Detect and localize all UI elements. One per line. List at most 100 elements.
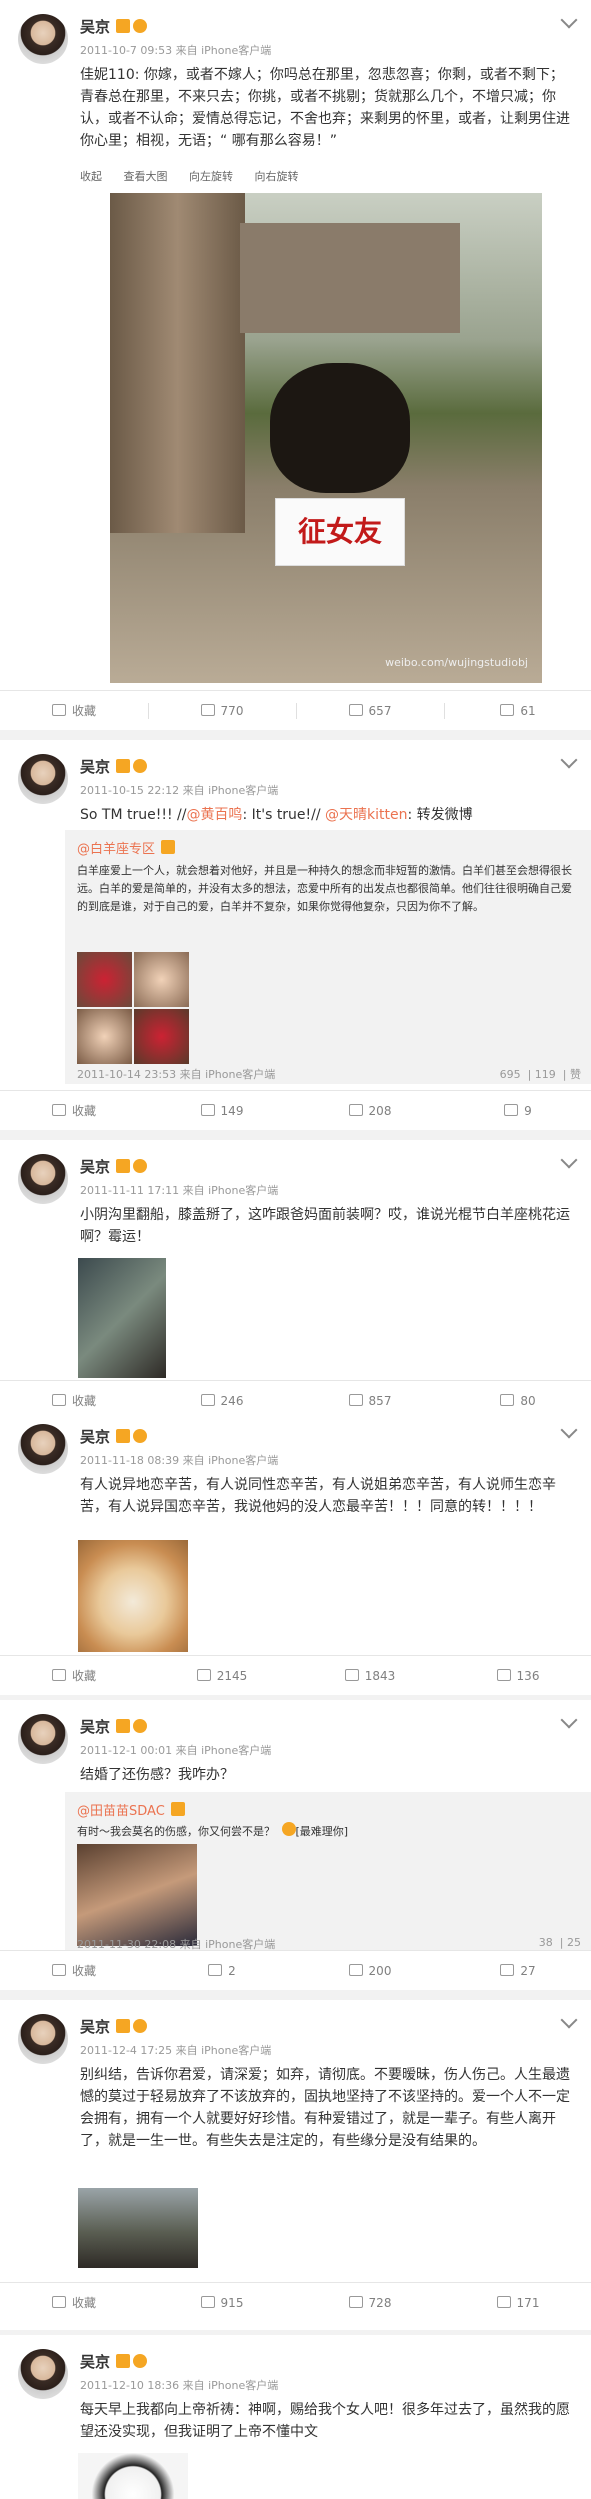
repost-button[interactable]: 915	[148, 2283, 296, 2323]
repost-count: 149	[220, 1104, 244, 1118]
repost-button[interactable]: 770	[148, 691, 296, 731]
comment-count: 25	[567, 1936, 581, 1949]
repost-card[interactable]: @白羊座专区 白羊座爱上一个人，就会想着对他好，并且是一种持久的想念而非短暂的激…	[65, 830, 591, 1084]
favorite-button[interactable]: 收藏	[0, 691, 148, 731]
repost-button[interactable]: 2	[148, 1951, 296, 1991]
avatar[interactable]	[18, 1154, 68, 1204]
star-icon	[51, 704, 66, 716]
favorite-button[interactable]: 收藏	[0, 1951, 148, 1991]
chevron-down-icon[interactable]	[560, 11, 578, 29]
username-text[interactable]: 吴京	[80, 2353, 110, 2371]
post-7: 吴京 2011-12-10 18:36 来自 iPhone客户端 每天早上我都向…	[0, 2335, 591, 2499]
username[interactable]: 吴京	[80, 756, 148, 777]
favorite-button[interactable]: 收藏	[0, 2283, 148, 2323]
comment-button[interactable]: 200	[296, 1951, 444, 1991]
repost-count: 2145	[216, 1669, 248, 1683]
thumbnail[interactable]	[77, 1009, 132, 1064]
username[interactable]: 吴京	[80, 2016, 148, 2037]
comment-button[interactable]: 1843	[296, 1656, 444, 1696]
repost-icon	[200, 1104, 215, 1116]
like-button[interactable]: 61	[444, 691, 591, 731]
repost-button[interactable]: 2145	[148, 1656, 296, 1696]
rotate-right-button[interactable]: 向右旋转	[255, 170, 299, 183]
username-text[interactable]: 吴京	[80, 2018, 110, 2036]
avatar[interactable]	[18, 14, 68, 64]
username[interactable]: 吴京	[80, 1426, 148, 1447]
avatar[interactable]	[18, 1714, 68, 1764]
username-text[interactable]: 吴京	[80, 1718, 110, 1736]
like-button[interactable]: 136	[444, 1656, 591, 1696]
chevron-down-icon[interactable]	[560, 1421, 578, 1439]
like-count: 80	[520, 1394, 536, 1408]
post-meta: 2011-12-1 00:01 来自 iPhone客户端	[80, 1744, 272, 1757]
avatar[interactable]	[18, 2349, 68, 2399]
avatar[interactable]	[18, 754, 68, 804]
chevron-down-icon[interactable]	[560, 751, 578, 769]
post-photo[interactable]	[78, 2188, 198, 2268]
star-icon	[51, 1104, 66, 1116]
comment-count: 208	[368, 1104, 392, 1118]
view-large-button[interactable]: 查看大图	[124, 170, 168, 183]
repost-photo[interactable]	[77, 1844, 197, 1946]
member-badge-icon	[133, 19, 148, 33]
repost-count: 38	[538, 1936, 553, 1949]
repost-text: 白羊座爱上一个人，就会想着对他好，并且是一种持久的想念而非短暂的激情。白羊们甚至…	[77, 864, 572, 913]
repost-handle-text[interactable]: @白羊座专区	[77, 842, 155, 857]
username[interactable]: 吴京	[80, 1156, 148, 1177]
repost-card[interactable]: @田苗苗SDAC 有时～我会莫名的伤感，你又何尝不是？ [最难理你] 2011-…	[65, 1792, 591, 1954]
repost-handle-text[interactable]: @田苗苗SDAC	[77, 1804, 165, 1819]
mention-link[interactable]: @黄百鸣	[186, 807, 242, 823]
like-button[interactable]: 27	[444, 1951, 591, 1991]
thumbnail[interactable]	[77, 952, 132, 1007]
verified-badge-icon	[116, 2354, 131, 2368]
thumbnail[interactable]	[134, 1009, 189, 1064]
thumbnail-grid[interactable]	[77, 952, 189, 1064]
mention-link[interactable]: @天晴kitten	[325, 807, 407, 823]
chevron-down-icon[interactable]	[560, 2011, 578, 2029]
like-label: 赞	[570, 1068, 581, 1081]
username[interactable]: 吴京	[80, 1716, 148, 1737]
action-bar: 收藏 2145 1843 136	[0, 1655, 591, 1695]
post-text: 别纠结，告诉你君爱，请深爱；如弃，请彻底。不要暧昧，伤人伤己。人生最遗憾的莫过于…	[80, 2067, 570, 2149]
comment-button[interactable]: 208	[296, 1091, 444, 1131]
action-bar: 收藏 915 728 171	[0, 2282, 591, 2322]
username[interactable]: 吴京	[80, 2351, 148, 2372]
verified-badge-icon	[116, 19, 131, 33]
collapse-button[interactable]: 收起	[80, 170, 102, 183]
avatar[interactable]	[18, 1424, 68, 1474]
post-meta: 2011-10-15 22:12 来自 iPhone客户端	[80, 784, 279, 797]
username-text[interactable]: 吴京	[80, 18, 110, 36]
post-photo[interactable]	[78, 1258, 166, 1378]
comment-button[interactable]: 657	[296, 691, 444, 731]
rotate-left-button[interactable]: 向左旋转	[189, 170, 233, 183]
tree-trunk	[110, 193, 245, 533]
username[interactable]: 吴京	[80, 16, 148, 37]
repost-handle[interactable]: @白羊座专区	[77, 838, 176, 857]
post-meta: 2011-12-4 17:25 来自 iPhone客户端	[80, 2044, 272, 2057]
like-button[interactable]: 9	[444, 1091, 591, 1131]
repost-button[interactable]: 149	[148, 1091, 296, 1131]
post-text: So TM true!!! //@黄百鸣: It's true!// @天晴ki…	[80, 804, 577, 826]
favorite-button[interactable]: 收藏	[0, 1656, 148, 1696]
panda-photo[interactable]	[78, 2453, 188, 2499]
thumbnail[interactable]	[134, 952, 189, 1007]
username-text[interactable]: 吴京	[80, 1428, 110, 1446]
post-6: 吴京 2011-12-4 17:25 来自 iPhone客户端 别纠结，告诉你君…	[0, 2000, 591, 2330]
comment-button[interactable]: 728	[296, 2283, 444, 2323]
like-button[interactable]: 171	[444, 2283, 591, 2323]
post-text: 佳妮110: 你嫁，或者不嫁人；你吗总在那里，忽悲忽喜；你剩，或者不剩下；青春总…	[80, 67, 570, 149]
username-text[interactable]: 吴京	[80, 1158, 110, 1176]
puppy-photo[interactable]	[78, 1540, 188, 1652]
chevron-down-icon[interactable]	[560, 1711, 578, 1729]
avatar[interactable]	[18, 2014, 68, 2064]
like-count: 27	[520, 1964, 536, 1978]
verified-badge-icon	[170, 1802, 185, 1816]
watermark: weibo.com/wujingstudiobj	[385, 656, 528, 669]
favorite-button[interactable]: 收藏	[0, 1091, 148, 1131]
repost-handle[interactable]: @田苗苗SDAC	[77, 1800, 185, 1819]
chevron-down-icon[interactable]	[560, 1151, 578, 1169]
action-bar: 收藏 770 657 61	[0, 690, 591, 730]
username-text[interactable]: 吴京	[80, 758, 110, 776]
puppy-photo[interactable]: 征女友 weibo.com/wujingstudiobj	[110, 193, 542, 683]
like-count: 171	[516, 2296, 540, 2310]
